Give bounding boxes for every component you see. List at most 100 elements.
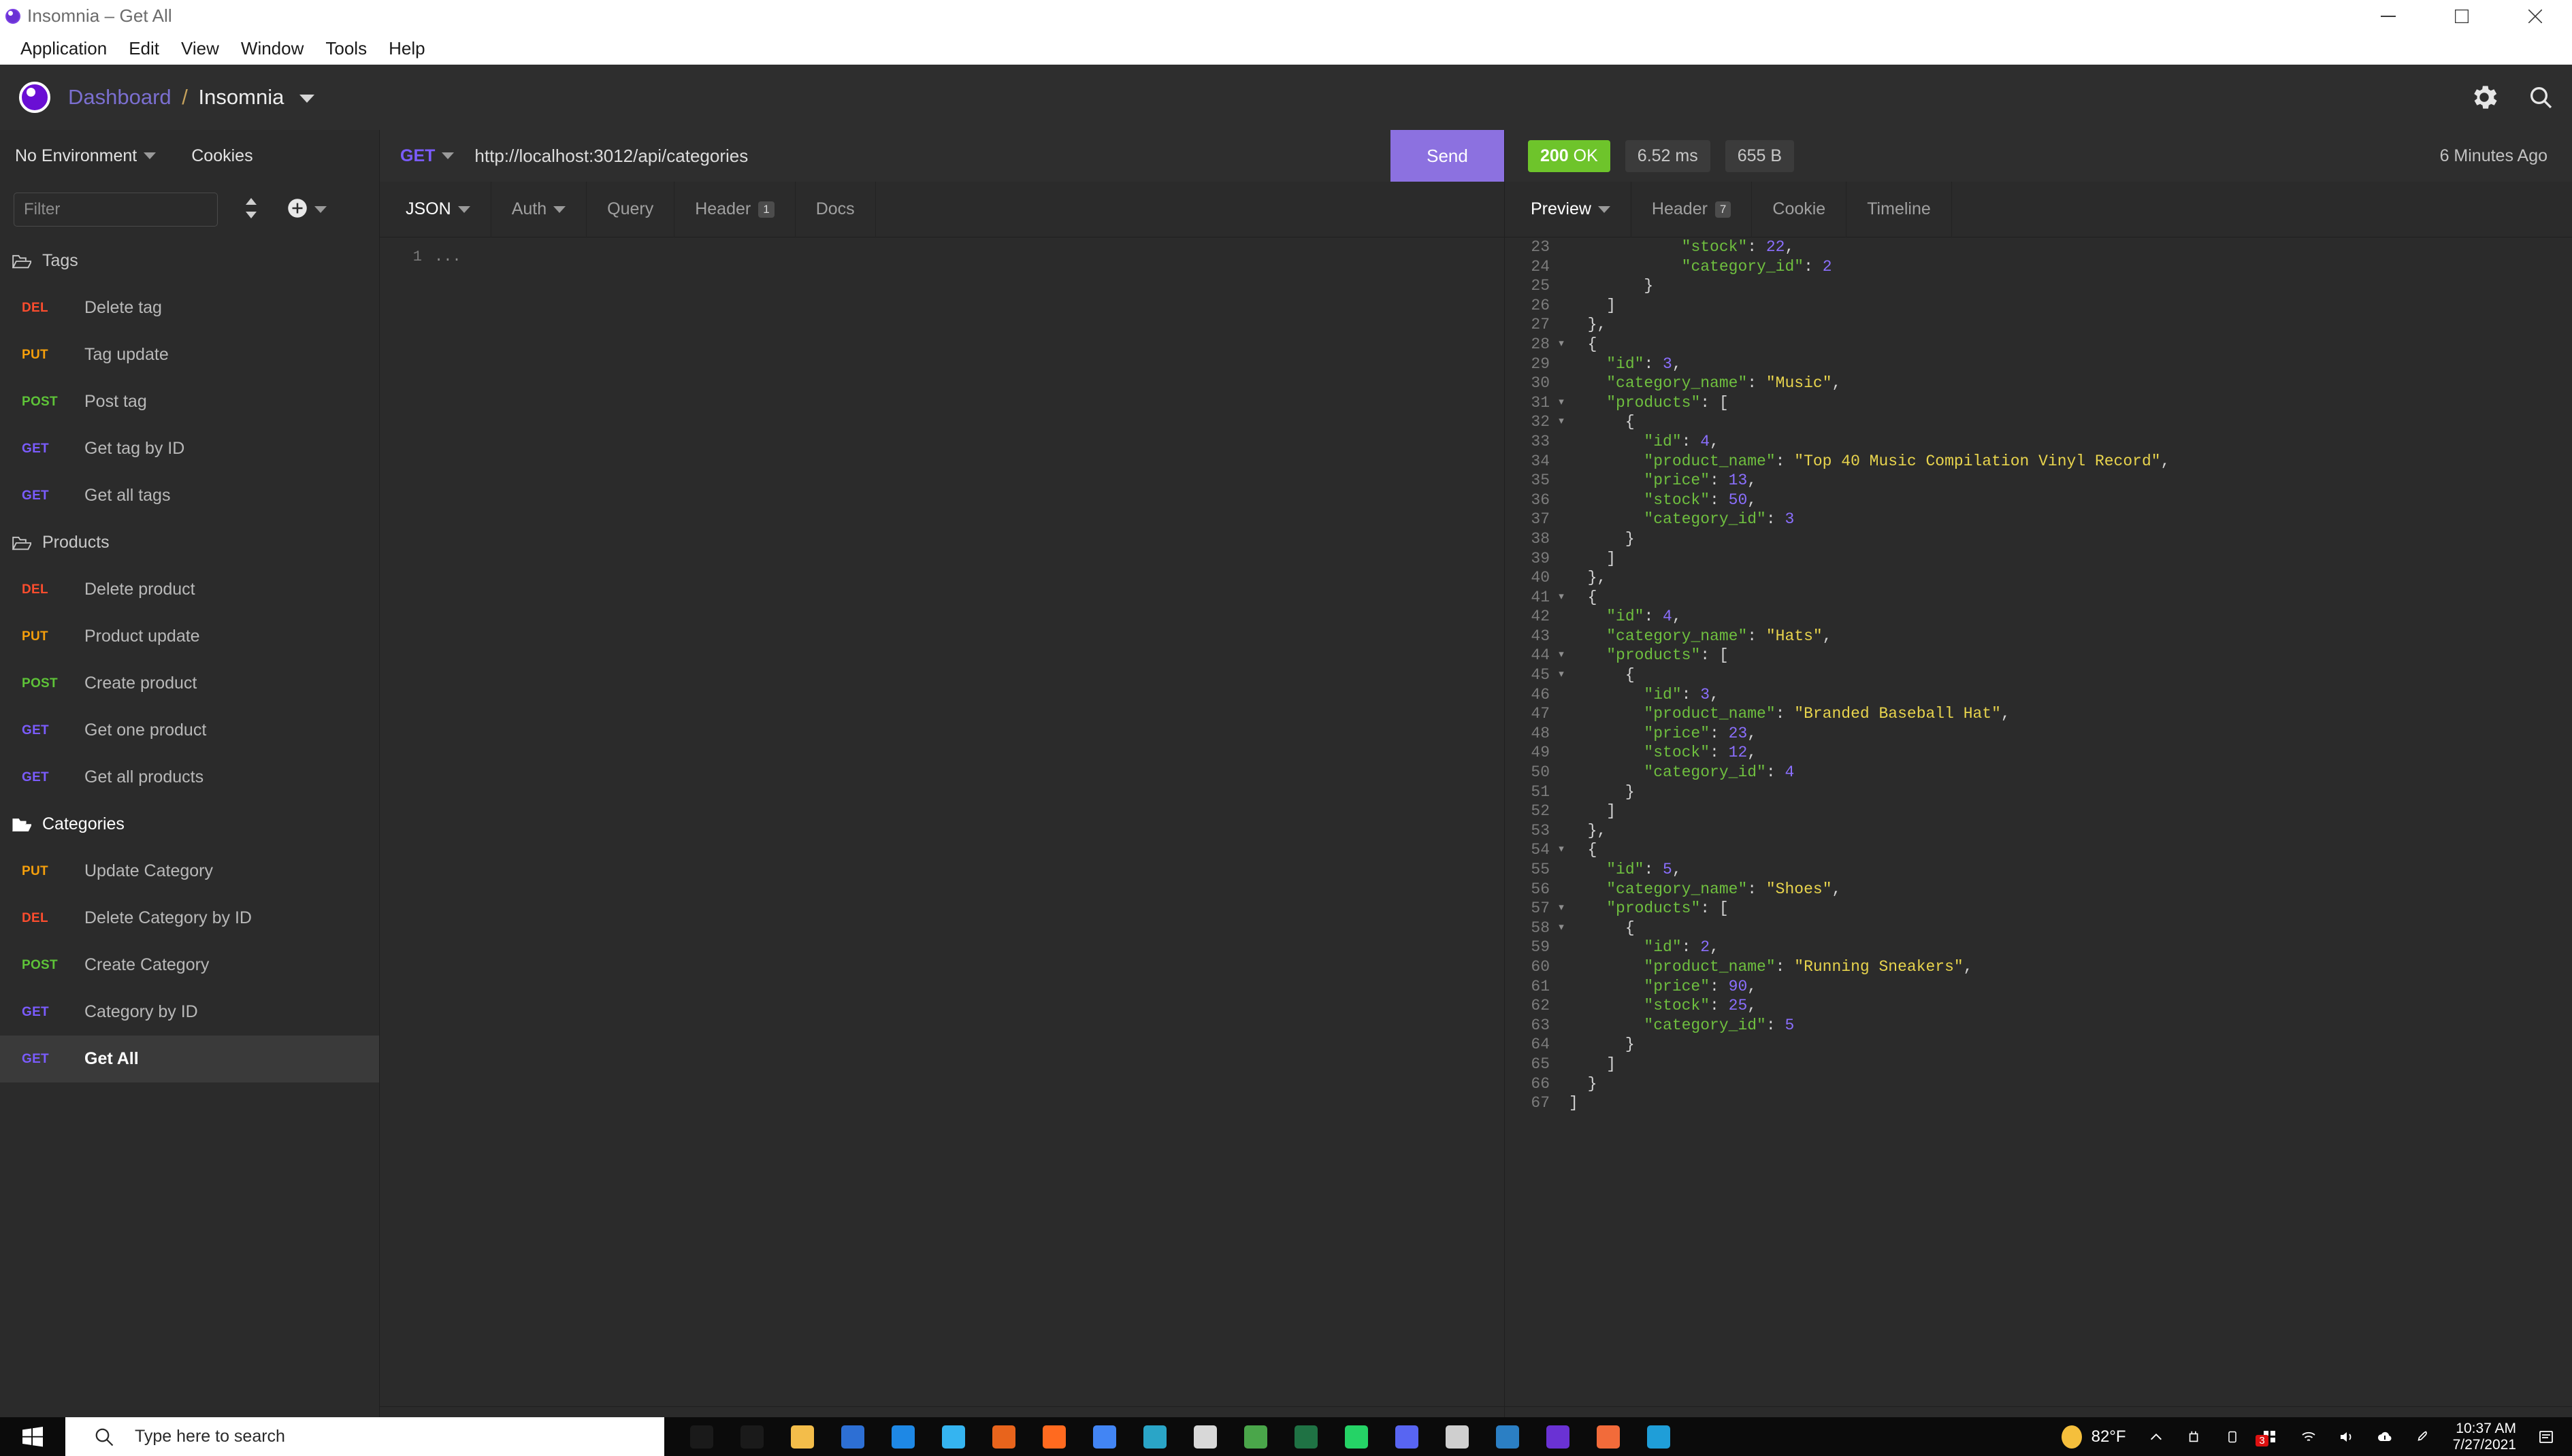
send-button[interactable]: Send [1390, 130, 1504, 182]
fold-toggle-icon[interactable]: ▾ [1554, 412, 1569, 432]
method-selector[interactable]: GET [400, 146, 435, 166]
gear-icon[interactable] [2469, 82, 2500, 113]
menu-view[interactable]: View [170, 37, 230, 61]
sidebar-request-get-all-tags[interactable]: GET Get all tags [0, 472, 379, 519]
discord-icon[interactable] [1382, 1417, 1432, 1456]
sidebar-request-delete-product[interactable]: DEL Delete product [0, 566, 379, 613]
pen-icon[interactable] [2404, 1417, 2442, 1456]
taskbar-clock[interactable]: 10:37 AM 7/27/2021 [2442, 1421, 2527, 1453]
sidebar-request-get-tag-by-id[interactable]: GET Get tag by ID [0, 425, 379, 472]
sidebar-folder-products[interactable]: Products [0, 519, 379, 566]
cookies-button[interactable]: Cookies [191, 146, 253, 166]
tab-docs[interactable]: Docs [796, 182, 876, 237]
tab-timeline[interactable]: Timeline [1846, 182, 1952, 237]
request-body-editor[interactable]: 1 ... [380, 237, 1504, 1406]
chevron-down-icon[interactable] [442, 152, 454, 159]
menu-window[interactable]: Window [230, 37, 314, 61]
menu-edit[interactable]: Edit [118, 37, 170, 61]
menu-application[interactable]: Application [10, 37, 118, 61]
fold-toggle-icon[interactable]: ▾ [1554, 840, 1569, 860]
windows-start-icon[interactable] [0, 1417, 65, 1456]
status-badge[interactable]: 200 OK [1528, 140, 1610, 172]
sidebar-request-tag-update[interactable]: PUT Tag update [0, 331, 379, 378]
sidebar-request-create-product[interactable]: POST Create product [0, 660, 379, 707]
response-body-viewer[interactable]: 23 "stock": 22,24 "category_id": 225 }26… [1505, 237, 2572, 1406]
sidebar-request-product-update[interactable]: PUT Product update [0, 613, 379, 660]
store-icon[interactable] [828, 1417, 878, 1456]
chevron-down-icon[interactable] [1598, 206, 1610, 213]
tab-cookie[interactable]: Cookie [1752, 182, 1846, 237]
chevron-up-icon[interactable] [2137, 1417, 2175, 1456]
sidebar-folder-categories[interactable]: Categories [0, 801, 379, 848]
postman-icon[interactable] [1583, 1417, 1633, 1456]
fold-toggle-icon[interactable]: ▾ [1554, 665, 1569, 685]
fold-toggle-icon[interactable]: ▾ [1554, 899, 1569, 919]
sidebar-request-update-category[interactable]: PUT Update Category [0, 848, 379, 895]
weather-widget[interactable]: 82°F [2057, 1425, 2137, 1449]
chevron-down-icon[interactable] [458, 206, 470, 213]
colorpicker-icon[interactable] [1231, 1417, 1281, 1456]
chevron-down-icon[interactable] [553, 206, 566, 213]
breadcrumb-dashboard[interactable]: Dashboard [68, 85, 172, 109]
whatsapp-icon[interactable] [1331, 1417, 1382, 1456]
sky-icon[interactable] [928, 1417, 979, 1456]
file-explorer-icon[interactable] [777, 1417, 828, 1456]
url-input[interactable]: http://localhost:3012/api/categories [474, 146, 748, 167]
menu-help[interactable]: Help [378, 37, 436, 61]
tab-auth[interactable]: Auth [491, 182, 587, 237]
insomnia-icon[interactable] [1533, 1417, 1583, 1456]
breadcrumb-workspace[interactable]: Insomnia [199, 85, 284, 109]
vscode-insiders-icon[interactable] [1130, 1417, 1180, 1456]
wifi-icon[interactable] [2290, 1417, 2328, 1456]
sidebar-request-delete-category-by-id[interactable]: DEL Delete Category by ID [0, 895, 379, 942]
breadcrumb[interactable]: Dashboard / Insomnia [68, 85, 314, 110]
chrome-icon[interactable] [1079, 1417, 1130, 1456]
tab-json[interactable]: JSON [380, 182, 491, 237]
mail-icon[interactable] [878, 1417, 928, 1456]
response-size[interactable]: 655 B [1725, 140, 1794, 172]
terminal-icon[interactable] [1180, 1417, 1231, 1456]
search-icon[interactable] [2527, 84, 2554, 111]
maximize-icon[interactable] [2425, 0, 2498, 32]
sidebar-request-delete-tag[interactable]: DEL Delete tag [0, 284, 379, 331]
vscode-icon[interactable] [1482, 1417, 1533, 1456]
task-view-icon[interactable] [727, 1417, 777, 1456]
edge-icon[interactable] [1633, 1417, 1684, 1456]
excel-icon[interactable] [1281, 1417, 1331, 1456]
minimize-icon[interactable] [2351, 0, 2425, 32]
sidebar-folder-tags[interactable]: Tags [0, 237, 379, 284]
fold-toggle-icon[interactable]: ▾ [1554, 335, 1569, 354]
tab-preview[interactable]: Preview [1505, 182, 1631, 237]
tab-query[interactable]: Query [587, 182, 674, 237]
sidebar-request-get-all-products[interactable]: GET Get all products [0, 754, 379, 801]
sidebar-request-post-tag[interactable]: POST Post tag [0, 378, 379, 425]
fold-toggle-icon[interactable]: ▾ [1554, 646, 1569, 665]
environment-selector[interactable]: No Environment [15, 146, 137, 166]
taskbar-search[interactable]: Type here to search [65, 1417, 664, 1456]
plus-circle-icon[interactable] [287, 198, 308, 222]
cloud-upload-icon[interactable] [2366, 1417, 2404, 1456]
chevron-down-icon[interactable] [314, 206, 327, 213]
fold-toggle-icon[interactable]: ▾ [1554, 588, 1569, 608]
close-icon[interactable] [2498, 0, 2572, 32]
tab-header[interactable]: Header 1 [674, 182, 795, 237]
sidebar-request-get-one-product[interactable]: GET Get one product [0, 707, 379, 754]
fold-toggle-icon[interactable]: ▾ [1554, 393, 1569, 413]
filter-input[interactable] [14, 193, 218, 227]
action-center-icon[interactable] [2527, 1417, 2565, 1456]
plug-icon[interactable] [2175, 1417, 2213, 1456]
onedrive-sync-icon[interactable]: 3 [2251, 1417, 2290, 1456]
brave-icon[interactable] [979, 1417, 1029, 1456]
fold-toggle-icon[interactable]: ▾ [1554, 919, 1569, 938]
sidebar-request-get-all[interactable]: GET Get All [0, 1036, 379, 1082]
phone-link-icon[interactable] [2213, 1417, 2251, 1456]
response-time[interactable]: 6.52 ms [1625, 140, 1710, 172]
menu-tools[interactable]: Tools [314, 37, 378, 61]
settings-icon[interactable] [1432, 1417, 1482, 1456]
chevron-down-icon[interactable] [299, 95, 314, 103]
firefox-icon[interactable] [1029, 1417, 1079, 1456]
chevron-down-icon[interactable] [144, 152, 156, 159]
cortana-icon[interactable] [677, 1417, 727, 1456]
sidebar-request-create-category[interactable]: POST Create Category [0, 942, 379, 989]
sort-icon[interactable] [242, 197, 260, 223]
